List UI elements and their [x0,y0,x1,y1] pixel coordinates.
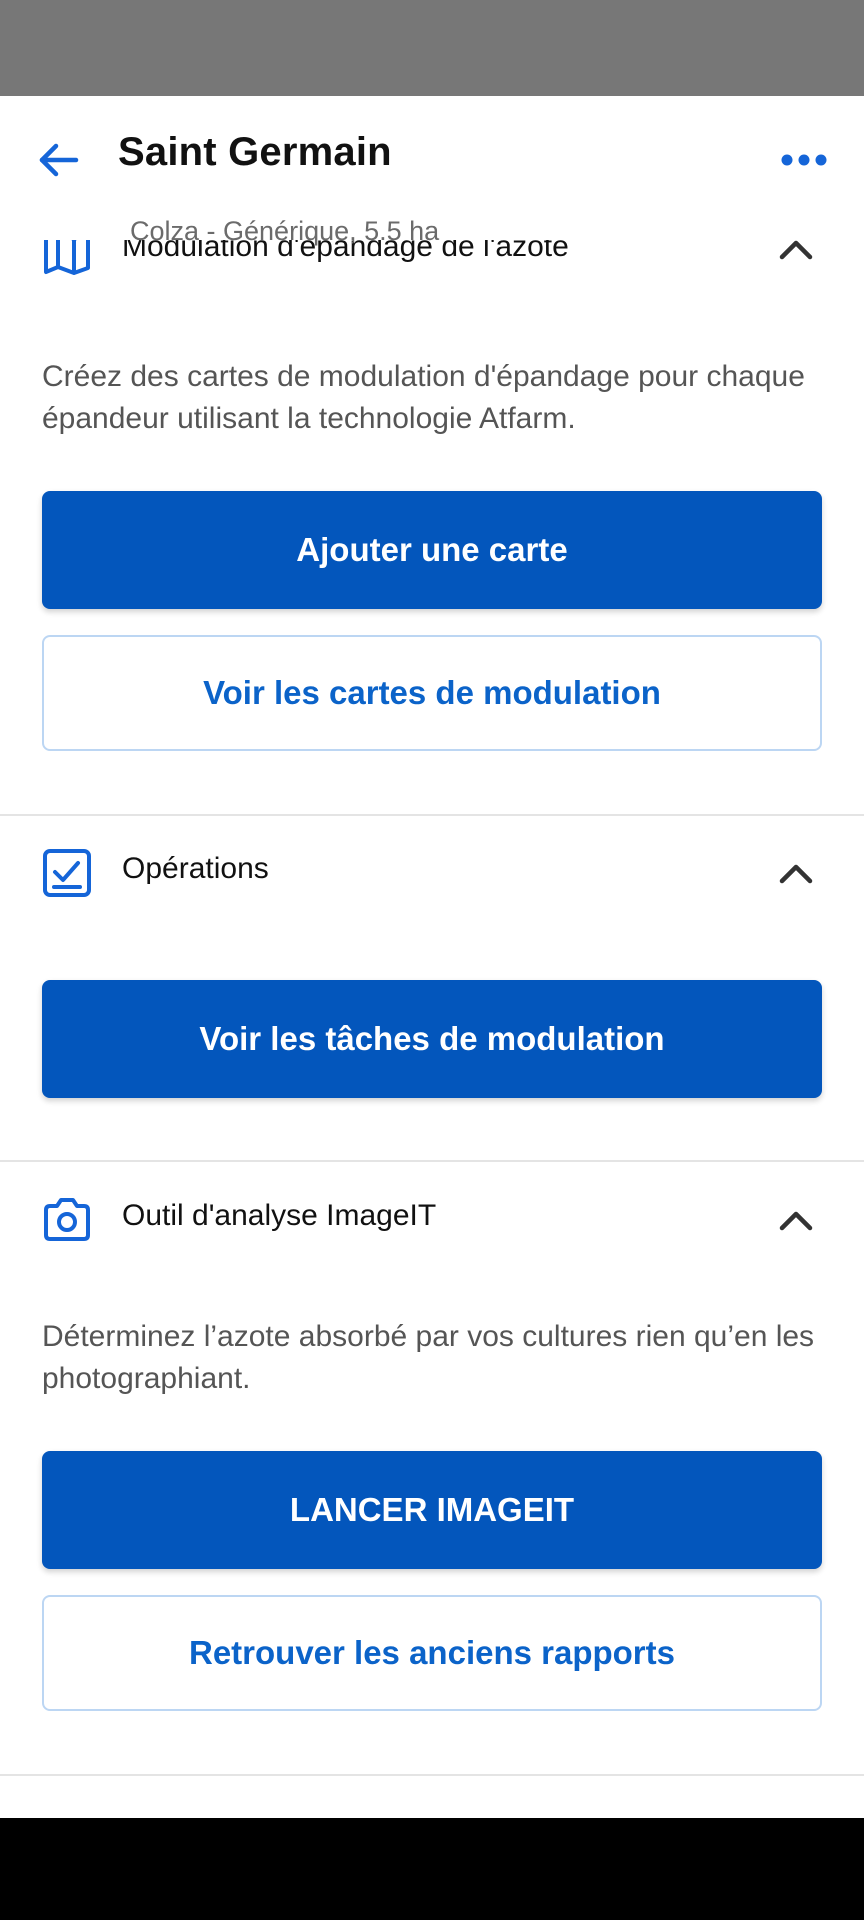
section-divider [0,814,864,816]
app-header: Saint Germain [0,96,864,236]
section-title-imageit: Outil d'analyse ImageIT [122,1199,437,1232]
section-title-operations: Opérations [122,852,269,885]
section-header-operations[interactable]: Opérations [0,818,864,928]
section-divider [0,1774,864,1776]
arrow-left-icon [39,143,79,177]
system-navigation-bar [0,1818,864,1920]
back-button[interactable] [30,132,86,188]
section-header-imageit[interactable]: Outil d'analyse ImageIT [0,1165,864,1275]
more-horizontal-icon [781,154,827,166]
section-divider [0,1160,864,1162]
view-modulation-tasks-button[interactable]: Voir les tâches de modulation [42,980,822,1098]
chevron-up-icon [779,864,813,884]
more-options-button[interactable] [774,140,834,180]
page-subtitle: Colza - Générique, 5.5 ha [130,216,440,246]
chevron-up-icon [779,240,813,260]
app-screen: Modulation d'épandage de l'azote Créez d… [0,0,864,1920]
map-icon [44,240,90,275]
chevron-up-icon [779,1211,813,1231]
add-map-button[interactable]: Ajouter une carte [42,491,822,609]
launch-imageit-button[interactable]: LANCER IMAGEIT [42,1451,822,1569]
imageit-description: Déterminez l’azote absorbé par vos cultu… [42,1320,815,1395]
checkbox-icon [43,849,91,897]
nitrogen-description: Créez des cartes de modulation d'épandag… [42,360,805,435]
view-modulation-maps-button[interactable]: Voir les cartes de modulation [42,635,822,751]
status-bar [0,0,864,96]
old-reports-button[interactable]: Retrouver les anciens rapports [42,1595,822,1711]
page-title: Saint Germain [118,130,392,174]
camera-icon [44,1198,90,1241]
